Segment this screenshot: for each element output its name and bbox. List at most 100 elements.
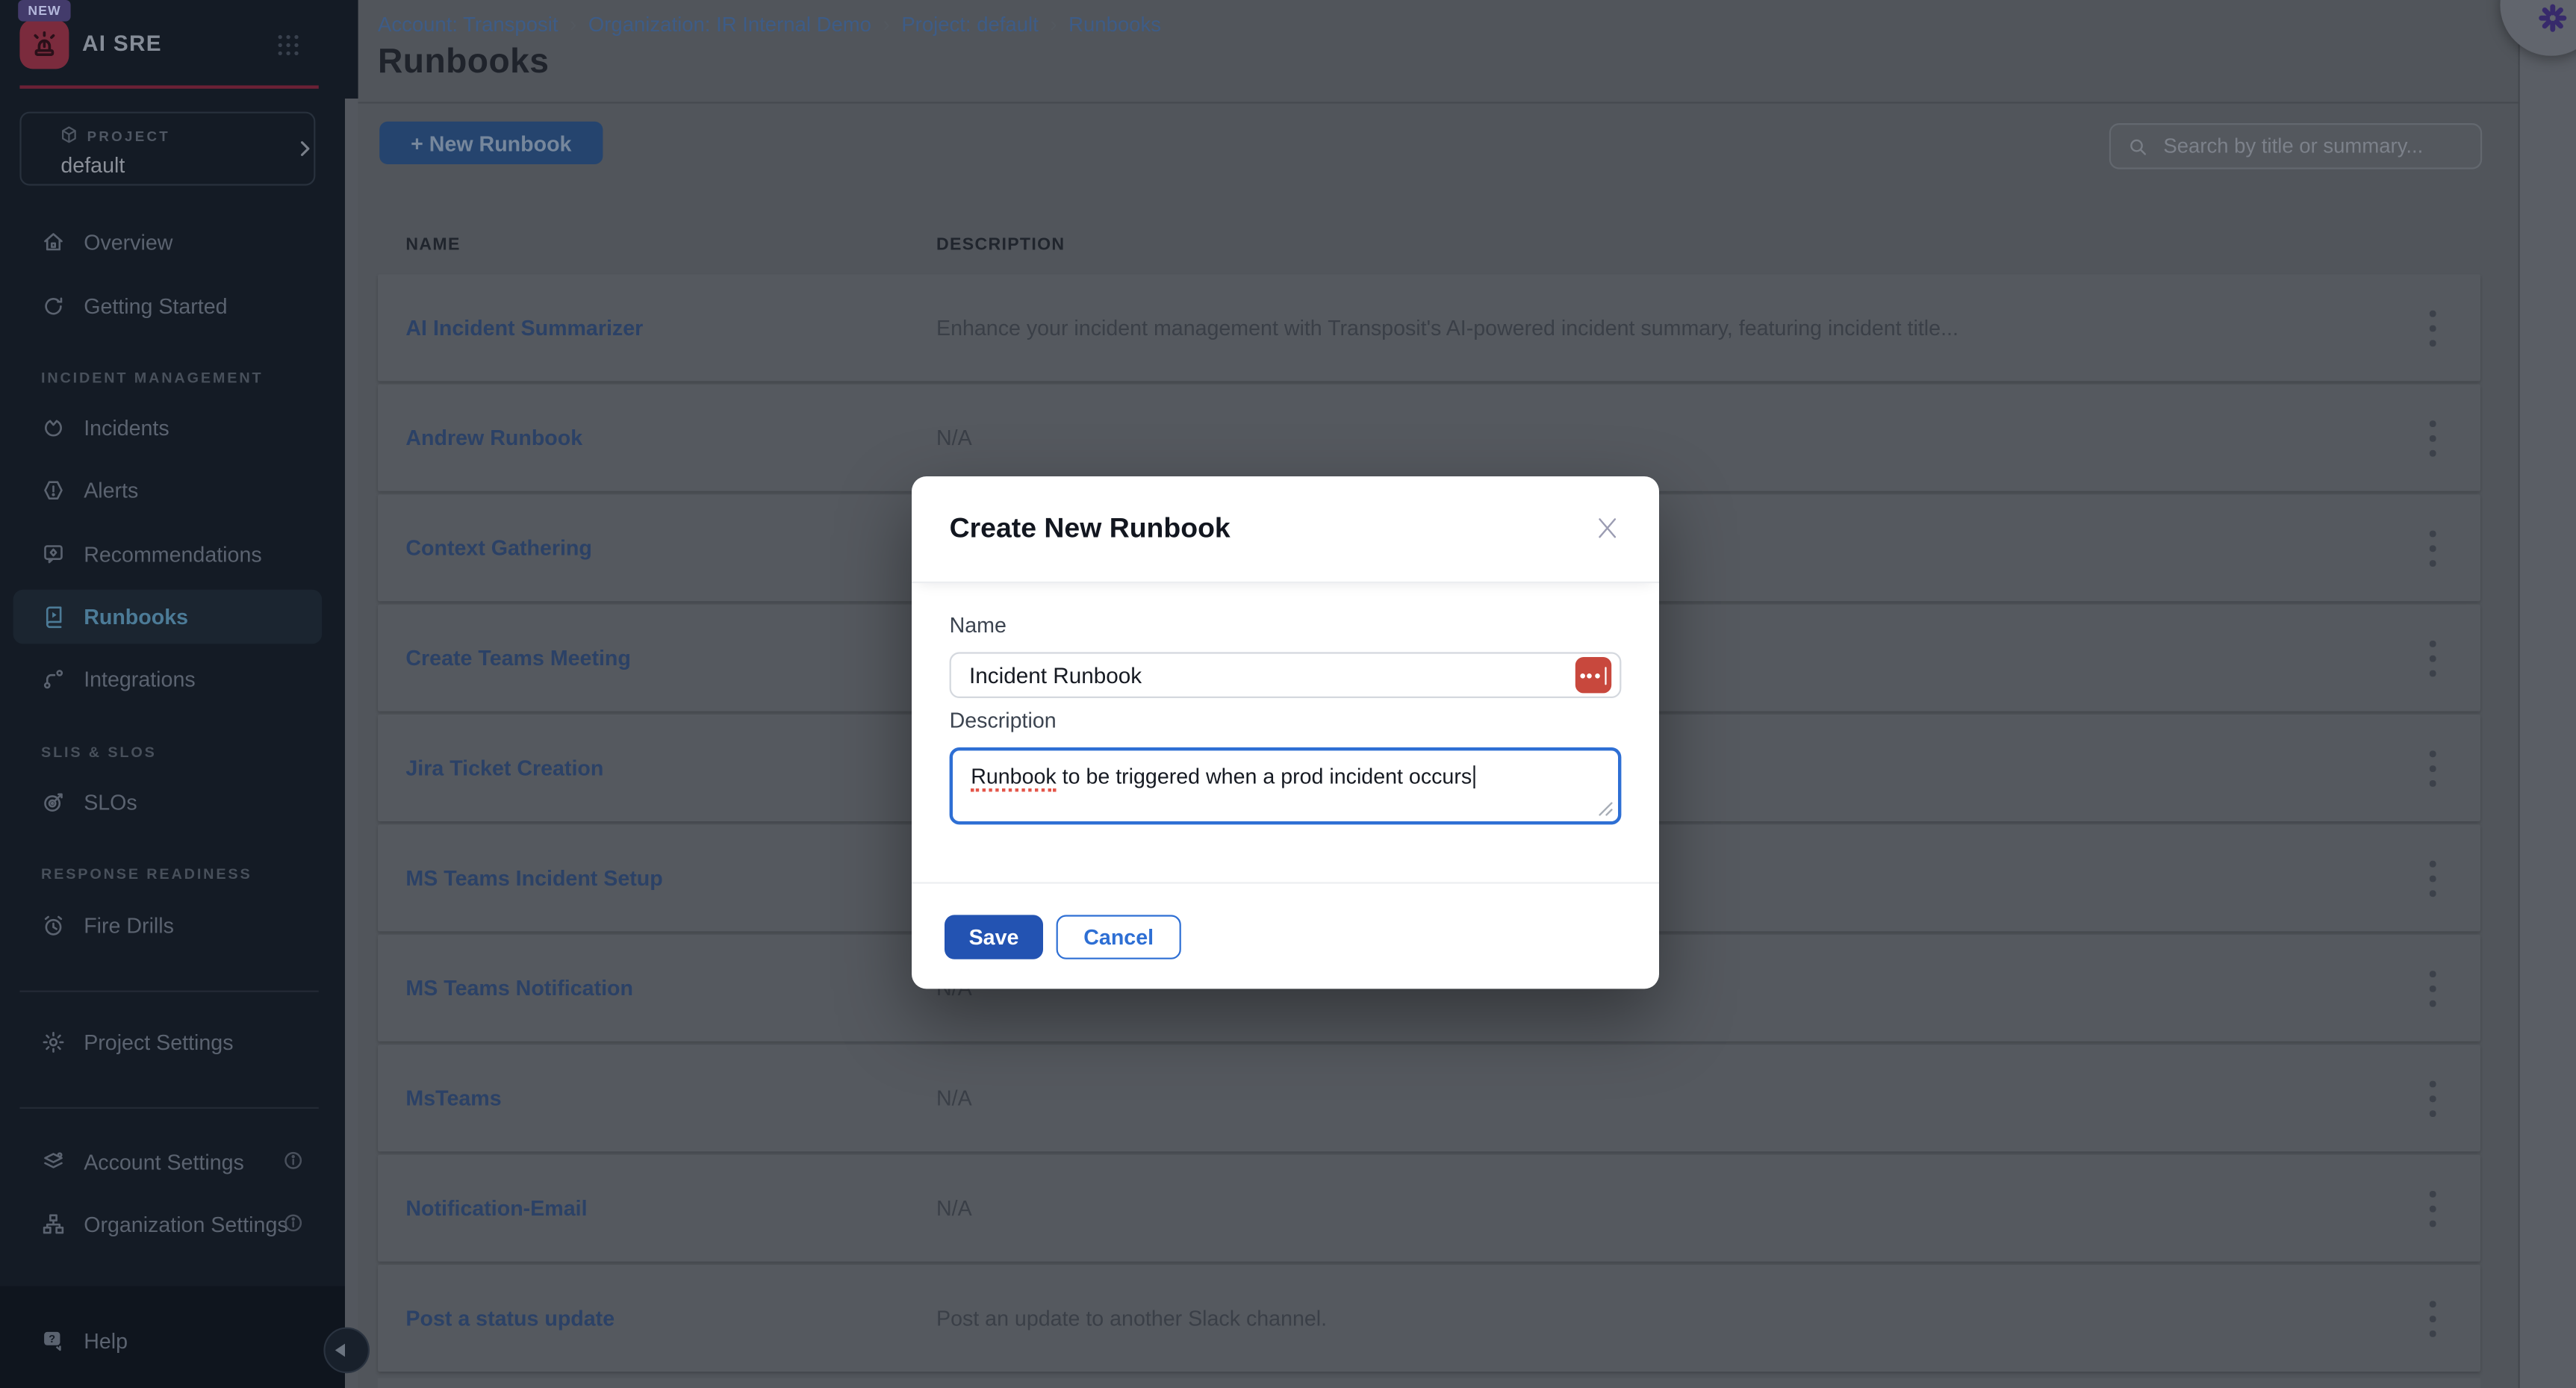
integration-branch-icon	[41, 667, 66, 691]
runbook-name-link[interactable]: Andrew Runbook	[405, 385, 582, 491]
sidebar-collapse-button[interactable]	[323, 1328, 370, 1374]
cube-icon	[59, 125, 78, 144]
runbook-name-link[interactable]: Jira Ticket Creation	[405, 715, 603, 821]
runbook-description: N/A	[936, 1045, 972, 1151]
project-selector[interactable]: PROJECT default	[19, 112, 315, 186]
svg-text:?: ?	[49, 1333, 55, 1345]
page-scrollbar-gutter[interactable]	[2520, 0, 2576, 1388]
sidebar-item-slos[interactable]: SLOs	[13, 775, 323, 830]
sidebar-item-label: Getting Started	[84, 294, 227, 319]
description-text: to be triggered when a prod incident occ…	[1057, 764, 1472, 788]
modal-header: Create New Runbook	[912, 476, 1659, 583]
gear-icon	[41, 1030, 66, 1054]
table-row: AI Incident Summarizer Enhance your inci…	[378, 274, 2480, 381]
sidebar-item-recommendations[interactable]: Recommendations	[13, 527, 323, 582]
row-menu-kebab-icon[interactable]	[2420, 1081, 2446, 1117]
row-menu-kebab-icon[interactable]	[2420, 750, 2446, 786]
description-textarea[interactable]: Runbook to be triggered when a prod inci…	[950, 747, 1622, 824]
runbook-description: Post an update to another Slack channel.	[936, 1265, 1327, 1372]
sidebar-divider	[19, 1107, 318, 1109]
row-menu-kebab-icon[interactable]	[2420, 531, 2446, 567]
row-menu-kebab-icon[interactable]	[2420, 1301, 2446, 1336]
description-field-label: Description	[950, 708, 1057, 732]
chevron-right-icon	[294, 138, 316, 160]
info-icon[interactable]	[281, 1148, 305, 1173]
sidebar-item-help[interactable]: ? Help	[13, 1314, 323, 1369]
sidebar-item-account-settings[interactable]: Account Settings	[13, 1135, 323, 1189]
runbook-name-link[interactable]: Context Gathering	[405, 494, 591, 601]
breadcrumb-organization-link[interactable]: Organization: IR Internal Demo	[588, 13, 871, 36]
modal-title: Create New Runbook	[950, 512, 1231, 545]
assistant-floating-button[interactable]	[2500, 0, 2576, 56]
siren-icon	[28, 28, 60, 60]
modal-footer-divider	[912, 882, 1659, 883]
breadcrumb: Account: Transposit › Organization: IR I…	[378, 11, 1161, 36]
page-title: Runbooks	[378, 43, 549, 82]
recommendation-bubble-icon	[41, 542, 66, 567]
cancel-button[interactable]: Cancel	[1057, 915, 1181, 959]
collapse-arrow-icon	[335, 1344, 345, 1357]
lastpass-autofill-icon[interactable]	[1575, 657, 1611, 693]
column-header-name: NAME	[405, 235, 460, 255]
row-menu-kebab-icon[interactable]	[2420, 971, 2446, 1006]
save-button[interactable]: Save	[945, 915, 1043, 959]
sidebar-brand-divider	[19, 85, 318, 88]
runbook-name-link[interactable]: MS Teams Incident Setup	[405, 824, 662, 931]
progress-circle-icon	[41, 294, 66, 319]
row-menu-kebab-icon[interactable]	[2420, 311, 2446, 346]
runbook-name-link[interactable]: MS Teams Notification	[405, 935, 633, 1042]
sidebar-item-label: Fire Drills	[84, 913, 174, 938]
breadcrumb-account-link[interactable]: Account: Transposit	[378, 13, 559, 36]
sidebar-item-incidents[interactable]: Incidents	[13, 401, 323, 455]
name-field	[950, 652, 1622, 698]
row-menu-kebab-icon[interactable]	[2420, 861, 2446, 897]
row-menu-kebab-icon[interactable]	[2420, 641, 2446, 676]
sidebar-scrollbar[interactable]	[345, 99, 358, 1388]
runbook-name-link[interactable]: MsTeams	[405, 1045, 501, 1151]
target-icon	[41, 790, 66, 815]
name-input[interactable]	[950, 652, 1622, 698]
runbook-name-link[interactable]: Post a status update	[405, 1265, 615, 1372]
org-chart-icon	[41, 1213, 66, 1237]
chevron-separator-icon: ›	[570, 11, 577, 36]
close-icon[interactable]	[1588, 511, 1624, 547]
runbook-name-link[interactable]: Notification-Email	[405, 1155, 587, 1262]
alarm-clock-icon	[41, 913, 66, 938]
search-input[interactable]	[2160, 133, 2464, 159]
runbook-name-link[interactable]: AI Incident Summarizer	[405, 274, 643, 381]
sidebar-item-getting-started[interactable]: Getting Started	[13, 279, 323, 334]
sidebar-item-project-settings[interactable]: Project Settings	[13, 1015, 323, 1070]
project-label: PROJECT	[87, 128, 170, 145]
new-runbook-button[interactable]: + New Runbook	[379, 122, 603, 164]
runbook-name-link[interactable]: Create Teams Meeting	[405, 605, 630, 712]
app-grid-icon[interactable]	[274, 31, 302, 59]
row-menu-kebab-icon[interactable]	[2420, 420, 2446, 456]
name-field-label: Name	[950, 613, 1007, 638]
sidebar-item-label: Overview	[84, 230, 172, 255]
home-icon	[41, 230, 66, 255]
search-icon	[2127, 136, 2149, 158]
row-menu-kebab-icon[interactable]	[2420, 1191, 2446, 1227]
sidebar-item-label: Incidents	[84, 416, 169, 441]
sidebar-item-overview[interactable]: Overview	[13, 215, 323, 270]
sidebar-item-integrations[interactable]: Integrations	[13, 652, 323, 706]
sidebar-item-fire-drills[interactable]: Fire Drills	[13, 898, 323, 953]
resize-handle-icon[interactable]	[1599, 802, 1614, 817]
sidebar-item-organization-settings[interactable]: Organization Settings	[13, 1198, 323, 1252]
breadcrumb-runbooks-link[interactable]: Runbooks	[1068, 13, 1161, 36]
app-logo[interactable]	[19, 19, 69, 69]
sidebar-item-alerts[interactable]: Alerts	[13, 463, 323, 517]
sidebar-divider	[19, 991, 318, 992]
sidebar-item-label: Project Settings	[84, 1030, 233, 1054]
alert-icon	[41, 478, 66, 502]
breadcrumb-project-link[interactable]: Project: default	[901, 13, 1038, 36]
runbook-description: N/A	[936, 385, 972, 491]
info-icon[interactable]	[281, 1210, 305, 1235]
create-runbook-modal: Create New Runbook Name Description Runb…	[912, 476, 1659, 989]
chevron-separator-icon: ›	[1050, 11, 1057, 36]
chevron-separator-icon: ›	[883, 11, 890, 36]
new-feature-badge: NEW	[18, 0, 71, 22]
table-row: Andrew Runbook N/A	[378, 385, 2480, 491]
sidebar-item-label: SLOs	[84, 790, 137, 815]
sidebar-item-runbooks[interactable]: Runbooks	[13, 590, 323, 644]
